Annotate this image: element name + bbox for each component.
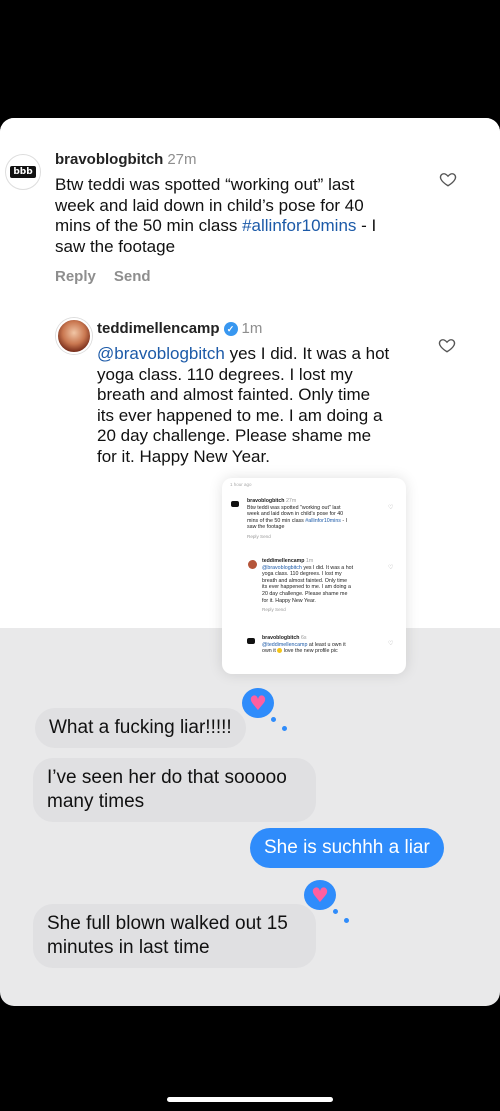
comment-text-line: breath and almost fainted. Only time	[97, 385, 371, 404]
message-bubble-sent[interactable]: She is suchhh a liar	[250, 828, 444, 868]
reply-button[interactable]: Reply	[55, 268, 96, 285]
message-text: She full blown walked out 15	[47, 913, 288, 934]
comment-username[interactable]: bravoblogbitch	[55, 151, 163, 168]
comment-text-line: @bravoblogbitch yes I did. It was a hot	[97, 344, 390, 363]
message-text: minutes in last time	[47, 937, 210, 958]
message-text: What a fucking liar!!!!!	[49, 717, 232, 738]
home-indicator[interactable]	[167, 1097, 333, 1102]
comment-username[interactable]: teddimellencamp	[97, 320, 220, 337]
embed-comment-1: bravoblogbitch 27m Btw teddi was spotted…	[247, 498, 348, 539]
comment-text-line: yoga class. 110 degrees. I lost my	[97, 364, 353, 384]
comment-text-line: week and laid down in child’s pose for 4…	[55, 195, 364, 215]
comment-time: 27m	[167, 151, 197, 168]
embed-comment-2: teddimellencamp 1m @bravoblogbitch yes I…	[262, 558, 354, 613]
mention-link[interactable]: @bravoblogbitch	[97, 344, 225, 363]
comment-text-line: mins of the 50 min class #allinfor10mins…	[55, 216, 377, 235]
comment-header: teddimellencamp ✓ 1m	[97, 320, 442, 338]
heart-tapback-icon[interactable]: ♥	[240, 686, 287, 731]
comment-bravoblogbitch: bravoblogbitch 27m Btw teddi was spotted …	[55, 151, 435, 285]
comment-text-line: for it. Happy New Year.	[97, 446, 270, 466]
comment-teddimellencamp: teddimellencamp ✓ 1m @bravoblogbitch yes I…	[97, 320, 442, 467]
message-text: I’ve seen her do that sooooo	[47, 767, 287, 788]
message-bubble-received[interactable]: She full blown walked out 15 minutes in …	[33, 904, 316, 968]
avatar-logo-text: bbb	[10, 166, 36, 178]
comment-text-line: saw the footage	[55, 236, 176, 256]
avatar	[231, 501, 239, 507]
comment-text-line: Btw teddi was spotted “working out” last	[55, 175, 355, 194]
heart-outline-icon: ♡	[388, 641, 394, 647]
avatar[interactable]: bbb	[5, 154, 41, 190]
comment-actions: Reply Send	[55, 268, 435, 285]
embed-comment-3: bravoblogbitch 6s @teddimellencamp at le…	[262, 635, 346, 655]
message-text: many times	[47, 791, 145, 812]
story-card: bbb bravoblogbitch 27m Btw teddi was spot…	[0, 118, 500, 1006]
comment-text-line: its ever happened to me. I am doing a	[97, 405, 383, 425]
message-bubble-received[interactable]: What a fucking liar!!!!!	[35, 708, 246, 748]
embed-header-time: 1 hour ago	[230, 482, 252, 487]
heart-outline-icon[interactable]	[438, 336, 456, 354]
comment-text-line: 20 day challenge. Please shame me	[97, 426, 372, 445]
avatar	[247, 638, 255, 644]
heart-outline-icon: ♡	[388, 505, 394, 511]
heart-outline-icon: ♡	[388, 565, 394, 571]
embedded-screenshot: 1 hour ago bravoblogbitch 27m Btw teddi …	[222, 478, 406, 674]
message-bubble-received[interactable]: I’ve seen her do that sooooo many times	[33, 758, 316, 822]
verified-badge-icon: ✓	[223, 322, 238, 336]
send-button[interactable]: Send	[114, 268, 151, 285]
heart-outline-icon[interactable]	[439, 170, 457, 188]
comment-header: bravoblogbitch 27m	[55, 151, 435, 169]
hashtag-link[interactable]: #allinfor10mins	[242, 216, 356, 235]
comment-time: 1m	[241, 320, 263, 337]
avatar[interactable]	[56, 318, 92, 354]
message-text: She is suchhh a liar	[264, 837, 430, 858]
comment-text: Btw teddi was spotted “working out” last…	[55, 175, 435, 257]
avatar	[248, 560, 257, 569]
comment-text: @bravoblogbitch yes I did. It was a hot …	[97, 344, 442, 467]
